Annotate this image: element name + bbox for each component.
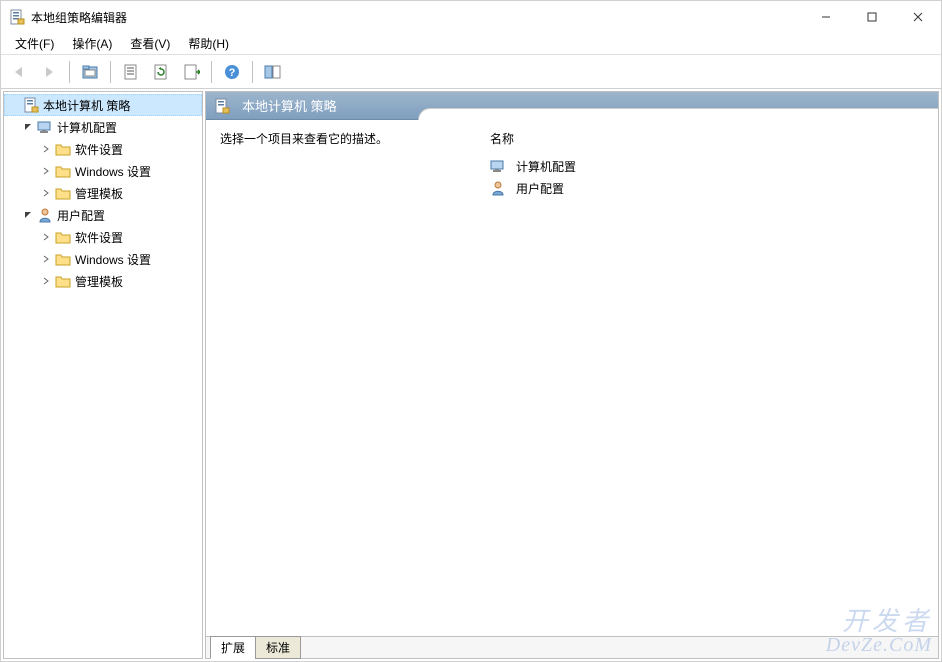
menu-file[interactable]: 文件(F): [7, 33, 62, 54]
menu-view[interactable]: 查看(V): [122, 33, 178, 54]
expander-collapse-icon[interactable]: [21, 208, 35, 222]
expander-expand-icon[interactable]: [39, 230, 53, 244]
expander-expand-icon[interactable]: [39, 142, 53, 156]
expander-expand-icon[interactable]: [39, 252, 53, 266]
tree-node-label: 用户配置: [57, 207, 105, 224]
tree-computer-config[interactable]: 计算机配置: [4, 116, 202, 138]
tree-node-label: 软件设置: [75, 229, 123, 246]
description-prompt: 选择一个项目来查看它的描述。: [220, 130, 450, 147]
expander-expand-icon[interactable]: [39, 274, 53, 288]
tree-admin-templates[interactable]: 管理模板: [4, 182, 202, 204]
folder-icon: [55, 273, 71, 289]
tree-software-settings-user[interactable]: 软件设置: [4, 226, 202, 248]
description-column: 选择一个项目来查看它的描述。: [220, 130, 450, 626]
expander-icon: [7, 98, 21, 112]
titlebar: 本地组策略编辑器: [1, 1, 941, 33]
window-controls: [803, 1, 941, 33]
tab-extended[interactable]: 扩展: [210, 636, 256, 659]
tree-windows-settings-user[interactable]: Windows 设置: [4, 248, 202, 270]
show-hide-button[interactable]: [259, 58, 287, 86]
tree-node-label: Windows 设置: [75, 251, 151, 268]
folder-icon: [55, 185, 71, 201]
menubar: 文件(F) 操作(A) 查看(V) 帮助(H): [1, 33, 941, 55]
tab-standard[interactable]: 标准: [255, 636, 301, 659]
content-area: 本地计算机 策略 计算机配置 软件设置: [1, 89, 941, 661]
folder-icon: [55, 251, 71, 267]
details-panel: 本地计算机 策略 选择一个项目来查看它的描述。 名称 计算机配置: [205, 91, 939, 659]
tree-node-label: 软件设置: [75, 141, 123, 158]
details-inner: 本地计算机 策略 选择一个项目来查看它的描述。 名称 计算机配置: [205, 91, 939, 659]
policy-icon: [214, 98, 230, 114]
list-item-label: 计算机配置: [516, 158, 576, 175]
folder-icon: [55, 141, 71, 157]
tree-panel[interactable]: 本地计算机 策略 计算机配置 软件设置: [3, 91, 203, 659]
list-item-user-config[interactable]: 用户配置: [490, 177, 924, 199]
expander-expand-icon[interactable]: [39, 164, 53, 178]
details-header-title: 本地计算机 策略: [242, 96, 337, 115]
tree-user-config[interactable]: 用户配置: [4, 204, 202, 226]
app-icon: [9, 9, 25, 25]
window-title: 本地组策略编辑器: [31, 9, 803, 26]
user-icon: [490, 180, 506, 196]
list-item-computer-config[interactable]: 计算机配置: [490, 155, 924, 177]
toolbar-separator: [69, 61, 70, 83]
policy-icon: [23, 97, 39, 113]
minimize-button[interactable]: [803, 1, 849, 33]
tree-node-label: 本地计算机 策略: [43, 97, 130, 114]
list-item-label: 用户配置: [516, 180, 564, 197]
app-window: 本地组策略编辑器 文件(F) 操作(A) 查看(V) 帮助(H): [0, 0, 942, 662]
expander-collapse-icon[interactable]: [21, 120, 35, 134]
help-button[interactable]: ?: [218, 58, 246, 86]
toolbar-separator: [211, 61, 212, 83]
up-button[interactable]: [76, 58, 104, 86]
header-curve: [418, 108, 938, 120]
tree-admin-templates-user[interactable]: 管理模板: [4, 270, 202, 292]
name-column-header[interactable]: 名称: [490, 130, 924, 147]
tree-root[interactable]: 本地计算机 策略: [4, 94, 202, 116]
menu-help[interactable]: 帮助(H): [180, 33, 237, 54]
details-body: 选择一个项目来查看它的描述。 名称 计算机配置: [206, 120, 938, 636]
toolbar-separator: [252, 61, 253, 83]
details-header: 本地计算机 策略: [206, 92, 938, 120]
computer-icon: [37, 119, 53, 135]
tree-software-settings[interactable]: 软件设置: [4, 138, 202, 160]
toolbar-separator: [110, 61, 111, 83]
forward-button[interactable]: [35, 58, 63, 86]
tree-node-label: Windows 设置: [75, 163, 151, 180]
toolbar: ?: [1, 55, 941, 89]
expander-expand-icon[interactable]: [39, 186, 53, 200]
tree-node-label: 计算机配置: [57, 119, 117, 136]
close-button[interactable]: [895, 1, 941, 33]
tabs: 扩展 标准: [206, 636, 938, 658]
export-button[interactable]: [177, 58, 205, 86]
user-icon: [37, 207, 53, 223]
properties-button[interactable]: [117, 58, 145, 86]
item-list-column: 名称 计算机配置 用户配置: [490, 130, 924, 626]
maximize-button[interactable]: [849, 1, 895, 33]
menu-action[interactable]: 操作(A): [64, 33, 120, 54]
tree-node-label: 管理模板: [75, 185, 123, 202]
refresh-button[interactable]: [147, 58, 175, 86]
folder-icon: [55, 229, 71, 245]
computer-icon: [490, 158, 506, 174]
svg-text:?: ?: [229, 67, 236, 79]
back-button[interactable]: [5, 58, 33, 86]
folder-icon: [55, 163, 71, 179]
tree-windows-settings[interactable]: Windows 设置: [4, 160, 202, 182]
tree-node-label: 管理模板: [75, 273, 123, 290]
